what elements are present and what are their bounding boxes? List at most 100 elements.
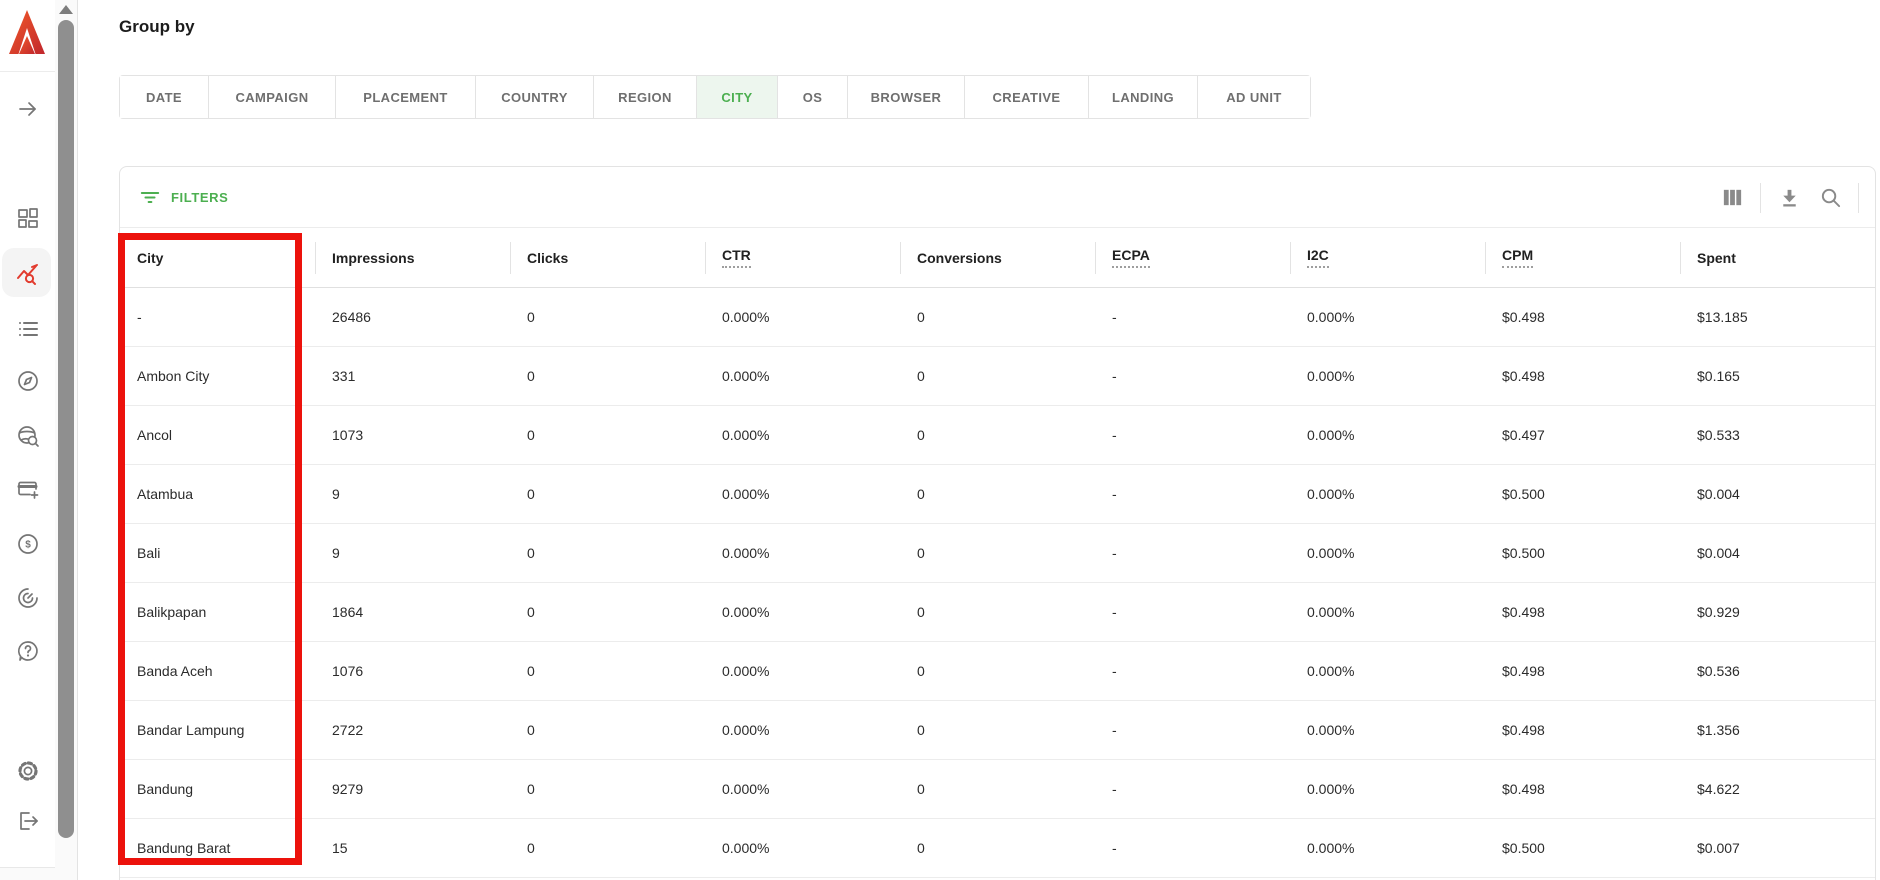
cell-city: Bali	[120, 524, 315, 582]
column-header-ctr[interactable]: CTR	[705, 228, 900, 287]
cell-i2c: 0.000%	[1290, 347, 1485, 405]
view-columns-button[interactable]	[1719, 185, 1745, 211]
toolbar-icons	[1719, 182, 1859, 213]
column-header-cpm[interactable]: CPM	[1485, 228, 1680, 287]
scrollbar-thumb[interactable]	[58, 20, 74, 838]
search-button[interactable]	[1817, 185, 1843, 211]
cell-cpm: $0.500	[1485, 465, 1680, 523]
cell-impressions: 2722	[315, 701, 510, 759]
cell-conversions: 0	[900, 347, 1095, 405]
column-header-conversions[interactable]: Conversions	[900, 228, 1095, 287]
cell-ctr: 0.000%	[705, 760, 900, 818]
tab-region[interactable]: REGION	[593, 76, 696, 118]
cell-ctr: 0.000%	[705, 583, 900, 641]
cell-impressions: 1864	[315, 583, 510, 641]
cell-spent: $0.536	[1680, 642, 1875, 700]
sidebar-divider	[0, 71, 55, 72]
scrollbar-up-button[interactable]	[59, 5, 73, 14]
cell-clicks: 0	[510, 819, 705, 877]
cell-ecpa: -	[1095, 760, 1290, 818]
column-header-spent[interactable]: Spent	[1680, 228, 1875, 287]
cell-spent: $0.533	[1680, 406, 1875, 464]
cell-i2c: 0.000%	[1290, 524, 1485, 582]
statistics-icon[interactable]	[15, 261, 41, 287]
toolbar-divider	[1760, 183, 1761, 213]
table-row: Atambua900.000%0-0.000%$0.500$0.004	[120, 465, 1875, 524]
tab-campaign[interactable]: CAMPAIGN	[208, 76, 335, 118]
cell-impressions: 331	[315, 347, 510, 405]
help-icon[interactable]	[15, 638, 41, 664]
cell-spent: $0.165	[1680, 347, 1875, 405]
cell-ecpa: -	[1095, 406, 1290, 464]
compass-icon[interactable]	[15, 368, 41, 394]
tracking-icon[interactable]	[15, 585, 41, 611]
cell-ecpa: -	[1095, 642, 1290, 700]
cell-ctr: 0.000%	[705, 288, 900, 346]
cell-conversions: 0	[900, 819, 1095, 877]
filters-button[interactable]: FILTERS	[140, 181, 228, 214]
table-toolbar: FILTERS	[120, 167, 1875, 228]
add-payment-icon[interactable]	[15, 476, 41, 502]
cell-conversions: 0	[900, 524, 1095, 582]
cell-city: Bandar Lampung	[120, 701, 315, 759]
cell-ctr: 0.000%	[705, 524, 900, 582]
cell-cpm: $0.498	[1485, 347, 1680, 405]
toolbar-divider	[1858, 183, 1859, 213]
group-by-tabs: DATE CAMPAIGN PLACEMENT COUNTRY REGION C…	[119, 75, 1311, 119]
cell-cpm: $0.498	[1485, 288, 1680, 346]
dashboard-icon[interactable]	[15, 205, 41, 231]
download-button[interactable]	[1776, 185, 1802, 211]
cell-impressions: 15	[315, 819, 510, 877]
cell-ecpa: -	[1095, 583, 1290, 641]
cell-ctr: 0.000%	[705, 406, 900, 464]
table-row: Balikpapan186400.000%0-0.000%$0.498$0.92…	[120, 583, 1875, 642]
traffic-explorer-icon[interactable]	[15, 423, 41, 449]
column-header-i2c[interactable]: I2C	[1290, 228, 1485, 287]
cell-clicks: 0	[510, 760, 705, 818]
cell-ctr: 0.000%	[705, 819, 900, 877]
tab-date[interactable]: DATE	[120, 76, 208, 118]
cell-city: Banda Aceh	[120, 642, 315, 700]
cell-ecpa: -	[1095, 347, 1290, 405]
logout-icon[interactable]	[15, 808, 41, 834]
tab-ad-unit[interactable]: AD UNIT	[1197, 76, 1310, 118]
tab-city[interactable]: CITY	[696, 76, 777, 118]
cell-i2c: 0.000%	[1290, 760, 1485, 818]
settings-icon[interactable]	[15, 758, 41, 784]
page-title: Group by	[119, 17, 195, 37]
tab-os[interactable]: OS	[777, 76, 847, 118]
column-header-clicks[interactable]: Clicks	[510, 228, 705, 287]
list-icon[interactable]	[15, 316, 41, 342]
column-header-ecpa[interactable]: ECPA	[1095, 228, 1290, 287]
finance-icon[interactable]: $	[15, 531, 41, 557]
column-header-impressions[interactable]: Impressions	[315, 228, 510, 287]
tab-creative[interactable]: CREATIVE	[964, 76, 1088, 118]
column-header-city[interactable]: City	[120, 228, 315, 287]
download-icon	[1778, 186, 1801, 209]
tab-country[interactable]: COUNTRY	[475, 76, 593, 118]
table-row: Banda Aceh107600.000%0-0.000%$0.498$0.53…	[120, 642, 1875, 701]
tab-landing[interactable]: LANDING	[1088, 76, 1197, 118]
cell-spent: $13.185	[1680, 288, 1875, 346]
tab-placement[interactable]: PLACEMENT	[335, 76, 475, 118]
cell-impressions: 9279	[315, 760, 510, 818]
table-row: Ambon City33100.000%0-0.000%$0.498$0.165	[120, 347, 1875, 406]
cell-i2c: 0.000%	[1290, 406, 1485, 464]
search-icon	[1819, 186, 1842, 209]
scrollbar-track[interactable]	[55, 0, 78, 880]
cell-city: Ancol	[120, 406, 315, 464]
cell-clicks: 0	[510, 406, 705, 464]
cell-conversions: 0	[900, 642, 1095, 700]
cell-impressions: 9	[315, 524, 510, 582]
adsterra-logo-icon[interactable]	[7, 9, 47, 55]
cell-ctr: 0.000%	[705, 701, 900, 759]
view-columns-icon	[1721, 186, 1744, 209]
cell-clicks: 0	[510, 583, 705, 641]
tab-browser[interactable]: BROWSER	[847, 76, 964, 118]
cell-conversions: 0	[900, 583, 1095, 641]
cell-conversions: 0	[900, 760, 1095, 818]
expand-arrow-icon[interactable]	[15, 96, 41, 122]
table-row: Ancol107300.000%0-0.000%$0.497$0.533	[120, 406, 1875, 465]
cell-clicks: 0	[510, 524, 705, 582]
cell-ecpa: -	[1095, 701, 1290, 759]
